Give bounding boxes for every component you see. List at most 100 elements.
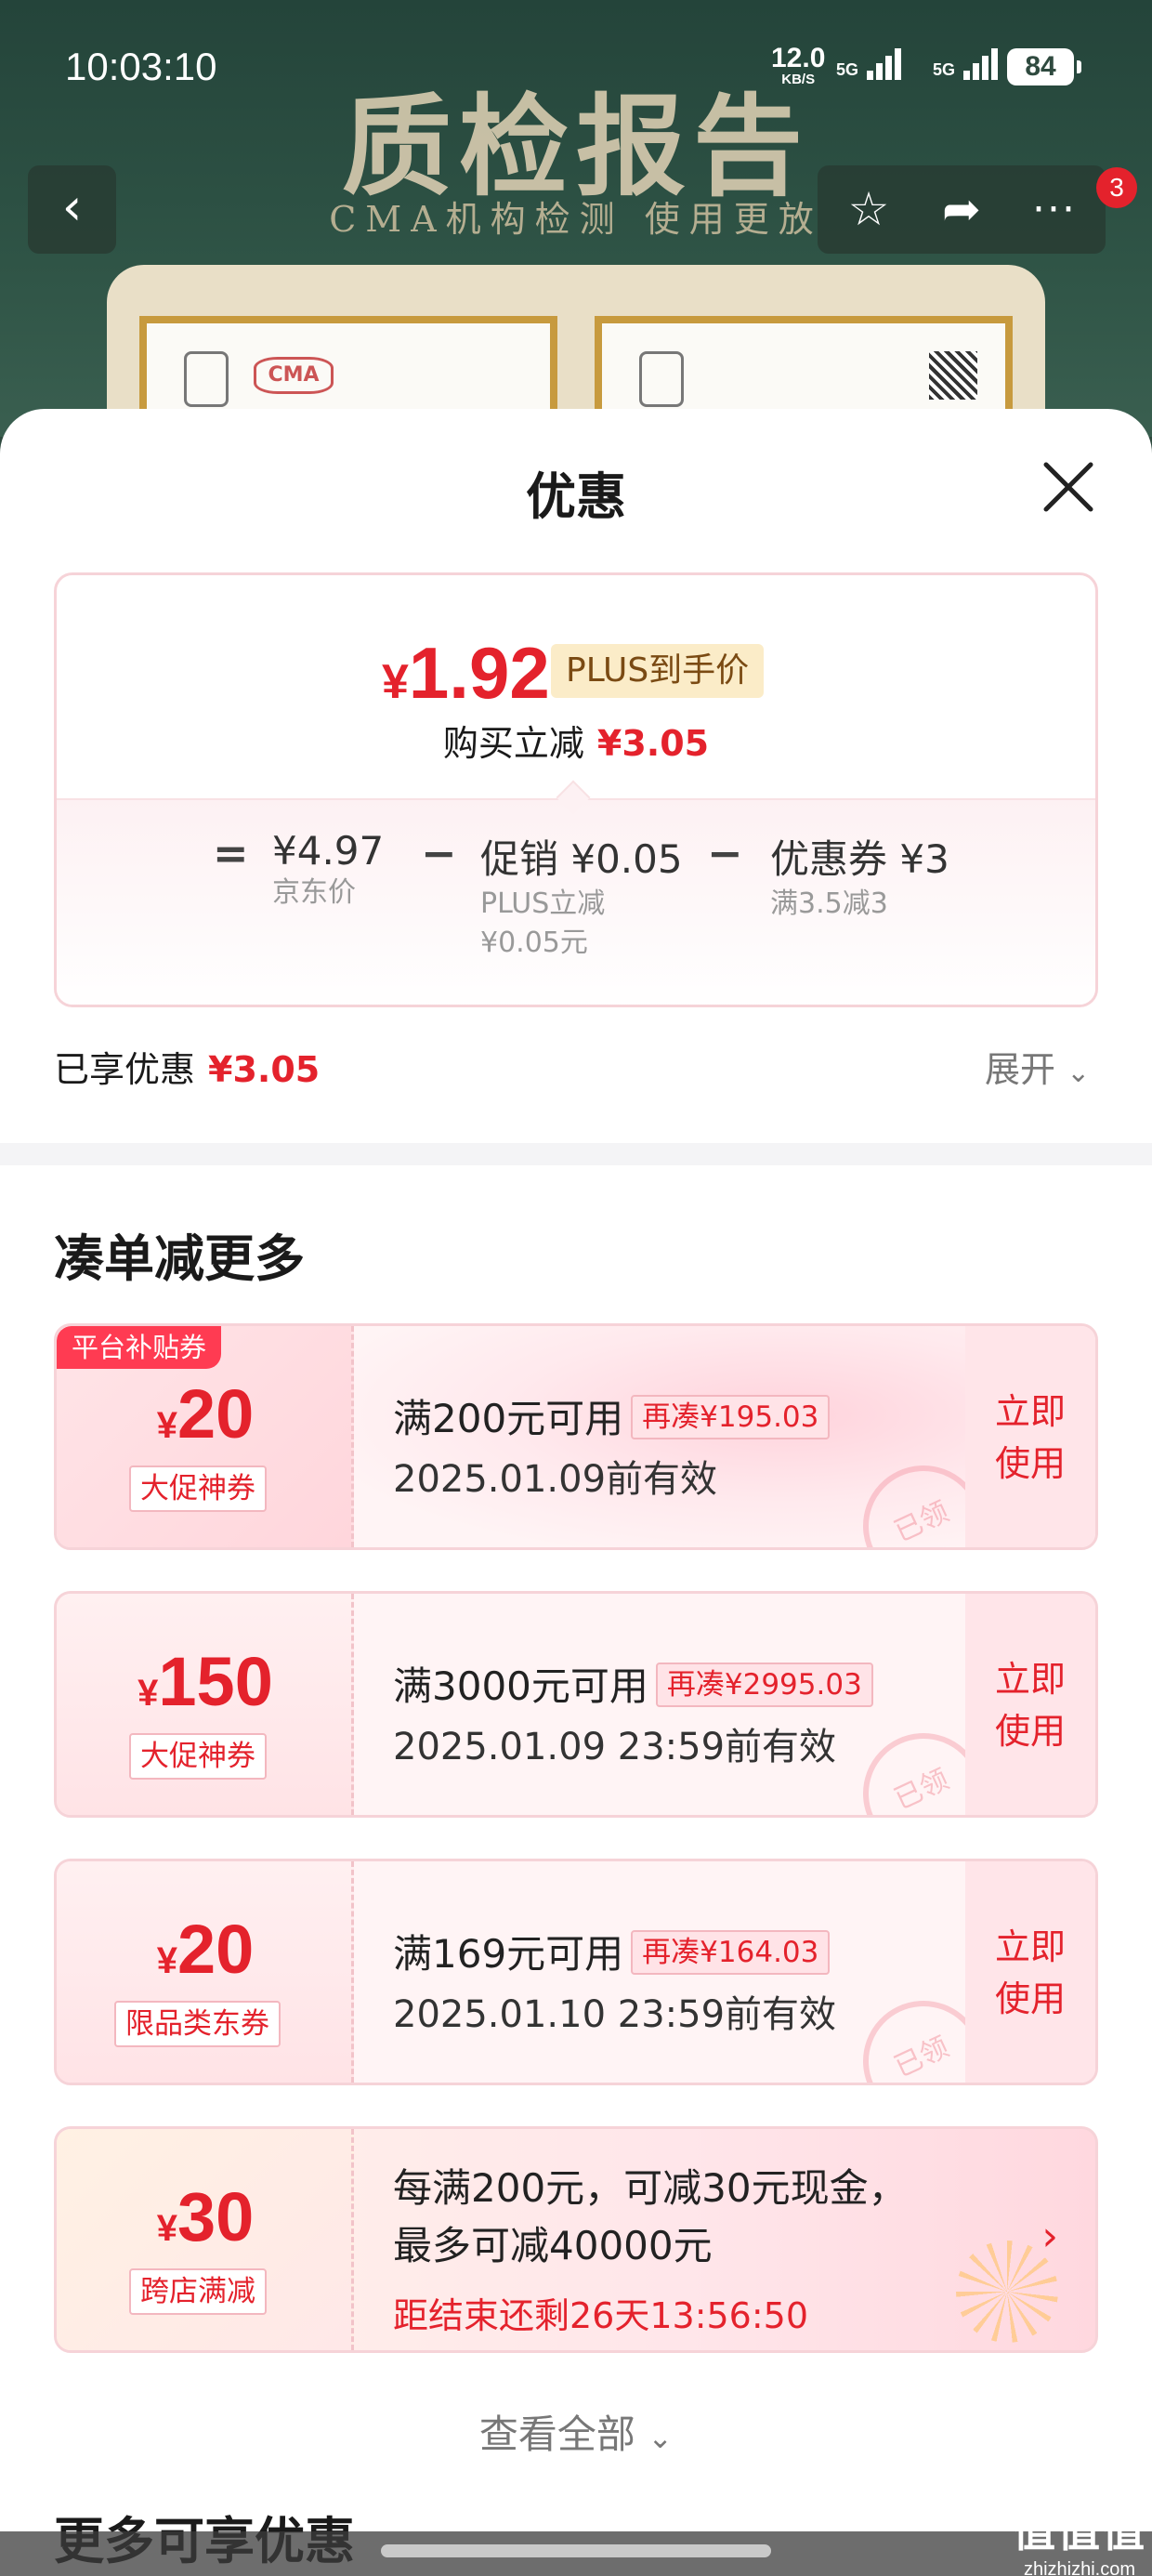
expand-label: 展开 bbox=[985, 1049, 1056, 1090]
network-speed-unit: KB/S bbox=[781, 72, 816, 87]
promo-rule-line: 每满200元，可减30元现金， bbox=[393, 2165, 908, 2211]
coupon-condition-text: 满200元可用 bbox=[393, 1396, 624, 1441]
watermark-domain: zhizhizhi.com bbox=[1023, 2559, 1136, 2576]
use-now-button[interactable]: 立即 使用 bbox=[965, 1594, 1095, 1815]
star-icon[interactable]: ☆ bbox=[822, 165, 915, 254]
currency-symbol: ¥ bbox=[137, 1673, 159, 1714]
minus-sign: − bbox=[707, 828, 743, 878]
signal-icon: 5G bbox=[836, 48, 904, 80]
signal-icon: 5G bbox=[933, 48, 1001, 80]
currency-symbol: ¥ bbox=[156, 2208, 177, 2249]
coupon-expiry: 2025.01.10 23:59前有效 bbox=[393, 1993, 837, 2036]
coupon-expiry: 2025.01.09前有效 bbox=[393, 1458, 718, 1501]
promo-value: 促销 ¥0.05 bbox=[480, 836, 683, 882]
enjoyed-label: 已享优惠 bbox=[54, 1049, 196, 1090]
price-summary-card: ¥1.92 PLUS到手价 购买立减 ¥3.05 = ¥4.97 京东价 − 促销… bbox=[54, 572, 1098, 1007]
battery-icon: 84 bbox=[1007, 48, 1081, 85]
plus-price-tag: PLUS到手价 bbox=[551, 644, 765, 698]
discount-sheet: 优惠 ¥1.92 PLUS到手价 购买立减 ¥3.05 = ¥4.97 京东价 −… bbox=[0, 409, 1152, 2576]
coupon-gap-chip: 再凑¥2995.03 bbox=[655, 1663, 873, 1707]
instant-discount-label: 购买立减 bbox=[442, 723, 584, 764]
section-divider bbox=[0, 1143, 1152, 1165]
coupon-card: 平台补贴券 ¥20 大促神券 满200元可用 再凑¥195.03 2025.01.… bbox=[54, 1323, 1098, 1550]
status-time: 10:03:10 bbox=[65, 45, 217, 88]
coupon-card: ¥20 限品类东券 满169元可用 再凑¥164.03 2025.01.10 23… bbox=[54, 1859, 1098, 2085]
coupon-amount: ¥150 bbox=[57, 1642, 354, 1721]
cma-logo: CMA bbox=[254, 357, 334, 394]
price-breakdown: = ¥4.97 京东价 − 促销 ¥0.05 PLUS立减 ¥0.05元 − 优… bbox=[57, 798, 1095, 1005]
use-now-label: 立即 使用 bbox=[994, 1391, 1066, 1484]
coupon-card: ¥150 大促神券 满3000元可用 再凑¥2995.03 2025.01.09 … bbox=[54, 1591, 1098, 1818]
final-price: ¥1.92 bbox=[382, 631, 550, 716]
coupon-value: 优惠券 ¥3 bbox=[770, 836, 949, 882]
chevron-down-icon: ⌄ bbox=[1067, 1057, 1091, 1089]
coupon-amount-value: 20 bbox=[177, 1375, 255, 1452]
status-bar: 10:03:10 12.0 KB/S 5G 5G 84 bbox=[0, 0, 1152, 130]
coupon-type-tag: 大促神券 bbox=[129, 1465, 267, 1512]
promo-term: 促销 ¥0.05 PLUS立减 ¥0.05元 bbox=[480, 828, 683, 963]
coupon-amount-value: 20 bbox=[177, 1911, 255, 1988]
watermark-logo: 值值值 bbox=[1013, 2507, 1146, 2556]
close-icon[interactable] bbox=[1039, 457, 1098, 517]
chevron-down-icon: ⌄ bbox=[648, 2420, 674, 2455]
more-icon[interactable]: ··· bbox=[1008, 165, 1101, 254]
coupon-type-tag: 跨店满减 bbox=[129, 2268, 267, 2315]
share-icon[interactable]: ➦ bbox=[915, 165, 1008, 254]
instant-discount: 购买立减 ¥3.05 bbox=[57, 715, 1095, 766]
see-all-button[interactable]: 查看全部 ⌄ bbox=[0, 2403, 1152, 2460]
promo-sub: ¥0.05元 bbox=[480, 927, 588, 959]
coupon-type-tag: 限品类东券 bbox=[114, 2001, 281, 2047]
currency-symbol: ¥ bbox=[156, 1405, 177, 1446]
coupon-condition: 满169元可用 再凑¥164.03 bbox=[393, 1923, 831, 1979]
promo-sub: PLUS立减 bbox=[480, 887, 606, 920]
countdown-text: 距结束还剩26天13:56:50 bbox=[393, 2295, 809, 2336]
chevron-right-icon: › bbox=[1041, 2213, 1058, 2260]
enjoyed-discount: 已享优惠 ¥3.05 bbox=[54, 1041, 320, 1092]
signal-label: 5G bbox=[933, 60, 956, 79]
coupon-amount-value: 150 bbox=[158, 1643, 273, 1720]
jd-price-term: ¥4.97 京东价 bbox=[272, 828, 384, 913]
coupon-gap-chip: 再凑¥164.03 bbox=[631, 1930, 831, 1975]
site-watermark: 值值值 zhizhizhi.com bbox=[1013, 2498, 1146, 2576]
seal-icon bbox=[639, 351, 684, 407]
coupon-sub: 满3.5减3 bbox=[770, 887, 888, 920]
use-now-label: 立即 使用 bbox=[994, 1659, 1066, 1752]
coupon-condition: 满200元可用 再凑¥195.03 bbox=[393, 1387, 831, 1444]
coupon-term: 优惠券 ¥3 满3.5减3 bbox=[770, 828, 949, 924]
coupon-corner-tag: 平台补贴券 bbox=[57, 1326, 222, 1369]
jd-price-label: 京东价 bbox=[272, 876, 356, 909]
expand-button[interactable]: 展开 ⌄ bbox=[985, 1041, 1090, 1092]
coupon-amount: ¥30 bbox=[57, 2177, 354, 2256]
instant-discount-value: ¥3.05 bbox=[596, 723, 710, 764]
currency-symbol: ¥ bbox=[156, 1940, 177, 1981]
section-title: 凑单减更多 bbox=[54, 1229, 305, 1288]
back-button[interactable]: ‹ bbox=[28, 165, 116, 254]
home-indicator[interactable] bbox=[381, 2544, 771, 2557]
equals-sign: = bbox=[213, 828, 249, 878]
sheet-title: 优惠 bbox=[526, 467, 626, 526]
use-now-button[interactable]: 立即 使用 bbox=[965, 1861, 1095, 2083]
qr-code-icon bbox=[929, 351, 977, 400]
chevron-left-icon: ‹ bbox=[61, 177, 83, 236]
nav-actions: ☆ ➦ ··· bbox=[818, 165, 1106, 254]
enjoyed-value: ¥3.05 bbox=[208, 1049, 321, 1090]
currency-symbol: ¥ bbox=[382, 655, 409, 709]
coupon-condition: 满3000元可用 再凑¥2995.03 bbox=[393, 1655, 873, 1712]
final-price-value: 1.92 bbox=[408, 632, 550, 714]
minus-sign: − bbox=[421, 828, 457, 878]
promo-rule-line: 最多可减40000元 bbox=[393, 2223, 713, 2268]
notification-badge: 3 bbox=[1096, 167, 1137, 208]
coupon-condition-text: 满3000元可用 bbox=[393, 1663, 648, 1709]
use-now-button[interactable]: 立即 使用 bbox=[965, 1326, 1095, 1547]
use-now-label: 立即 使用 bbox=[994, 1926, 1066, 2019]
network-speed: 12.0 KB/S bbox=[771, 43, 826, 87]
seal-icon bbox=[184, 351, 229, 407]
network-speed-value: 12.0 bbox=[771, 43, 826, 73]
cross-store-promo-card[interactable]: ¥30 跨店满减 每满200元，可减30元现金， 最多可减40000元 距结束还… bbox=[54, 2126, 1098, 2353]
coupon-condition-text: 满169元可用 bbox=[393, 1931, 624, 1977]
see-all-label: 查看全部 bbox=[478, 2412, 635, 2457]
coupon-amount-value: 30 bbox=[177, 2178, 255, 2255]
jd-price-value: ¥4.97 bbox=[272, 828, 385, 874]
coupon-gap-chip: 再凑¥195.03 bbox=[631, 1395, 831, 1439]
signal-label: 5G bbox=[836, 60, 859, 79]
